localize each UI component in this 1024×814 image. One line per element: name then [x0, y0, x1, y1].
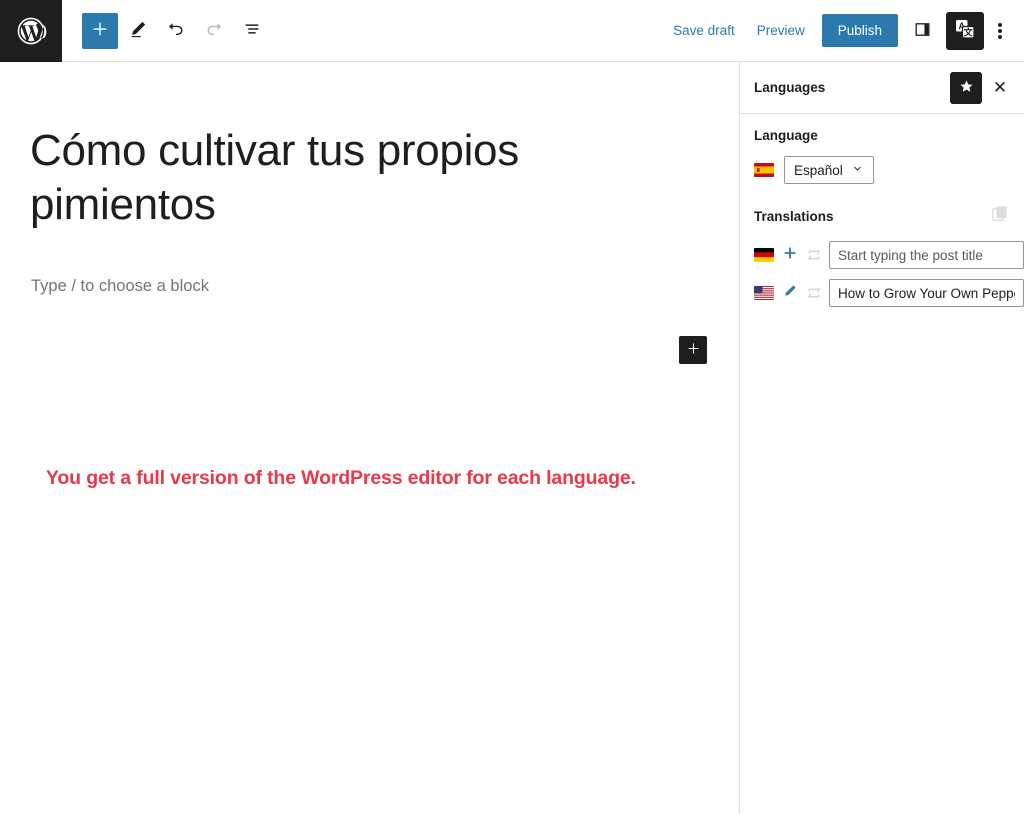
add-block-button[interactable]	[82, 13, 118, 49]
star-icon	[958, 78, 975, 98]
preview-button[interactable]: Preview	[746, 15, 816, 46]
plus-icon	[89, 18, 111, 43]
list-view-icon	[241, 18, 263, 43]
translation-row	[754, 279, 1024, 307]
current-language-row: Español	[754, 156, 1024, 184]
flag-spain-icon	[754, 163, 774, 177]
language-select[interactable]: Español	[784, 156, 874, 184]
editor-canvas: Cómo cultivar tus propios pimientos Type…	[0, 62, 739, 814]
wordpress-block-editor: Save draft Preview Publish A	[0, 0, 1024, 814]
redo-arrow-icon	[203, 18, 225, 43]
translation-row	[754, 241, 1024, 269]
chevron-down-icon	[851, 162, 864, 178]
sidebar-header-actions: ✕	[950, 72, 1014, 104]
language-select-value: Español	[794, 163, 843, 178]
sync-loop-icon[interactable]	[805, 285, 822, 302]
edit-tool-button[interactable]	[120, 13, 156, 49]
close-x-icon: ✕	[993, 79, 1007, 96]
settings-sidebar-toggle[interactable]	[902, 11, 942, 51]
toolbar-right-actions: Save draft Preview Publish A	[662, 11, 1024, 51]
redo-button[interactable]	[196, 13, 232, 49]
svg-text:文: 文	[963, 27, 974, 39]
promo-caption: You get a full version of the WordPress …	[46, 467, 706, 490]
kebab-menu-icon	[998, 21, 1002, 41]
pin-sidebar-button[interactable]	[950, 72, 982, 104]
more-options-button[interactable]	[986, 11, 1014, 51]
translation-title-input[interactable]	[829, 241, 1024, 269]
toolbar-left-actions	[62, 13, 270, 49]
flag-usa-icon	[754, 286, 774, 300]
translation-title-input[interactable]	[829, 279, 1024, 307]
language-section-label: Language	[754, 128, 1024, 143]
plus-icon	[782, 245, 798, 266]
languages-sidebar: Languages ✕ Language	[739, 62, 1024, 814]
translations-section-label: Translations	[754, 209, 834, 224]
edit-translation-button[interactable]	[781, 285, 798, 302]
wordpress-logo-icon	[15, 15, 47, 47]
add-translation-button[interactable]	[781, 247, 798, 264]
undo-arrow-icon	[165, 18, 187, 43]
block-inserter-button[interactable]	[679, 336, 707, 364]
translation-toggle-button[interactable]: A 文	[946, 12, 984, 50]
sync-loop-icon[interactable]	[805, 247, 822, 264]
plus-icon	[685, 340, 702, 360]
pencil-icon	[127, 18, 149, 43]
close-sidebar-button[interactable]: ✕	[986, 74, 1014, 102]
editor-toolbar: Save draft Preview Publish A	[0, 0, 1024, 62]
sidebar-body: Language Español	[740, 114, 1024, 307]
publish-button[interactable]: Publish	[822, 14, 898, 47]
translation-languages-icon: A 文	[952, 16, 978, 45]
sidebar-header: Languages ✕	[740, 62, 1024, 114]
flag-germany-icon	[754, 248, 774, 262]
sidebar-title: Languages	[754, 80, 825, 95]
translations-section-header: Translations	[754, 204, 1024, 229]
block-placeholder-text[interactable]: Type / to choose a block	[31, 277, 209, 296]
sidebar-panel-icon	[912, 19, 933, 43]
save-draft-button[interactable]: Save draft	[662, 15, 746, 46]
list-view-button[interactable]	[234, 13, 270, 49]
undo-button[interactable]	[158, 13, 194, 49]
pencil-icon	[782, 283, 798, 304]
post-title-input[interactable]: Cómo cultivar tus propios pimientos	[30, 124, 630, 231]
copy-pages-icon[interactable]	[990, 204, 1010, 229]
wordpress-logo-button[interactable]	[0, 0, 62, 62]
